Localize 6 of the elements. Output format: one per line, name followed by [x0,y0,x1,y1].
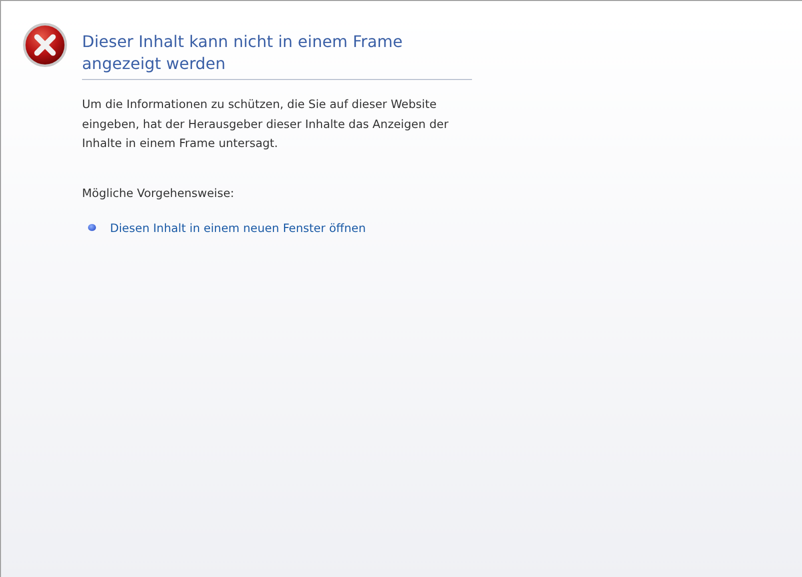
error-icon [22,22,68,68]
open-new-window-link[interactable]: Diesen Inhalt in einem neuen Fenster öffnen [110,220,366,234]
bullet-icon [88,224,96,231]
error-title: Dieser Inhalt kann nicht in einem Frame angezeigt werden [82,31,472,80]
options-heading: Mögliche Vorgehensweise: [82,186,236,200]
error-message: Um die Informationen zu schützen, die Sie auf dieser Website eingeben, hat der Herausgeber dieser Inhalte das Anzeigen der Inhalte in einem Frame untersagt. [82,96,450,152]
